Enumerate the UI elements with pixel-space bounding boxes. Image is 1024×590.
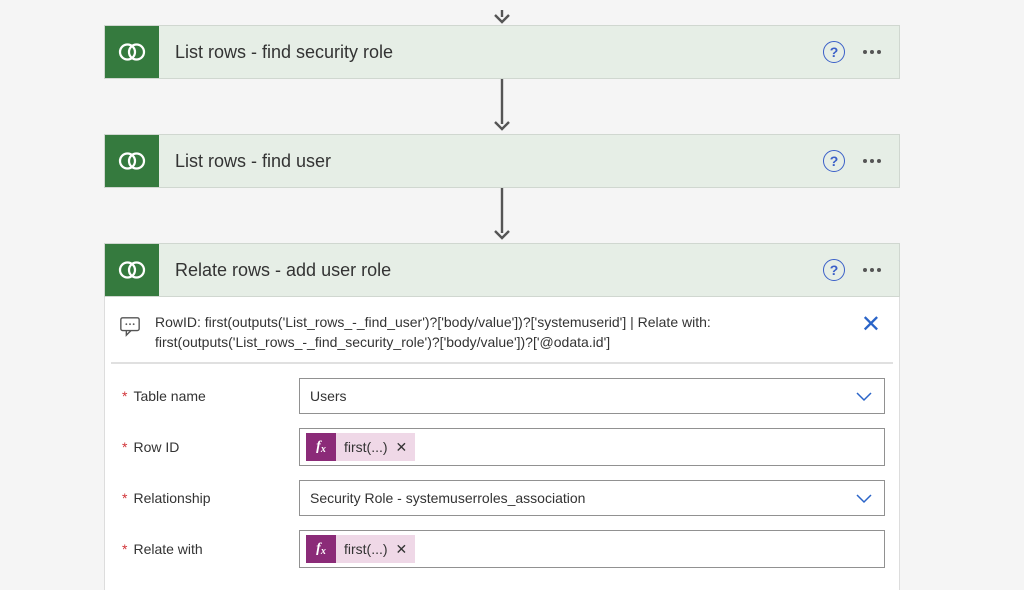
field-label: *Row ID — [119, 439, 299, 455]
rowid-input[interactable]: fx first(...) ✕ — [299, 428, 885, 466]
field-row-id: *Row ID fx first(...) ✕ — [119, 428, 885, 466]
tablename-select[interactable]: Users — [299, 378, 885, 414]
flow-container: List rows - find security role ? List ro… — [104, 10, 900, 590]
chip-remove-icon[interactable]: ✕ — [396, 535, 416, 563]
step-find-security-role[interactable]: List rows - find security role ? — [104, 25, 900, 79]
expression-chip[interactable]: fx first(...) ✕ — [306, 433, 415, 461]
field-label: *Relate with — [119, 541, 299, 557]
select-value: Security Role - systemuserroles_associat… — [300, 490, 844, 506]
step-body: RowID: first(outputs('List_rows_-_find_u… — [104, 297, 900, 590]
dataverse-icon — [105, 135, 159, 187]
step-title: List rows - find security role — [159, 26, 811, 78]
field-table-name: *Table name Users — [119, 378, 885, 414]
chevron-down-icon — [844, 492, 884, 504]
comment-row: RowID: first(outputs('List_rows_-_find_u… — [119, 313, 885, 352]
help-icon[interactable]: ? — [823, 41, 845, 63]
more-icon[interactable] — [857, 153, 887, 169]
step-actions: ? — [811, 135, 899, 187]
dataverse-icon — [105, 244, 159, 296]
divider — [111, 362, 893, 364]
expression-chip[interactable]: fx first(...) ✕ — [306, 535, 415, 563]
close-icon[interactable]: ✕ — [857, 313, 885, 337]
help-icon[interactable]: ? — [823, 259, 845, 281]
chip-text: first(...) — [336, 535, 396, 563]
fx-icon: fx — [306, 433, 336, 461]
comment-text: RowID: first(outputs('List_rows_-_find_u… — [155, 313, 843, 352]
step-actions: ? — [811, 244, 899, 296]
relationship-select[interactable]: Security Role - systemuserroles_associat… — [299, 480, 885, 516]
connector-arrow — [104, 188, 900, 243]
fx-icon: fx — [306, 535, 336, 563]
dataverse-icon — [105, 26, 159, 78]
flow-canvas: List rows - find security role ? List ro… — [0, 0, 1024, 590]
chip-text: first(...) — [336, 433, 396, 461]
connector-arrow-top — [104, 10, 900, 25]
field-relationship: *Relationship Security Role - systemuser… — [119, 480, 885, 516]
field-relate-with: *Relate with fx first(...) ✕ — [119, 530, 885, 568]
chevron-down-icon — [844, 390, 884, 402]
step-find-user[interactable]: List rows - find user ? — [104, 134, 900, 188]
more-icon[interactable] — [857, 44, 887, 60]
select-value: Users — [300, 388, 844, 404]
field-label: *Relationship — [119, 490, 299, 506]
field-label: *Table name — [119, 388, 299, 404]
chip-remove-icon[interactable]: ✕ — [396, 433, 416, 461]
step-actions: ? — [811, 26, 899, 78]
step-title: List rows - find user — [159, 135, 811, 187]
comment-icon — [119, 313, 141, 337]
step-title: Relate rows - add user role — [159, 244, 811, 296]
more-icon[interactable] — [857, 262, 887, 278]
step-relate-rows[interactable]: Relate rows - add user role ? — [104, 243, 900, 297]
help-icon[interactable]: ? — [823, 150, 845, 172]
connector-arrow — [104, 79, 900, 134]
relatewith-input[interactable]: fx first(...) ✕ — [299, 530, 885, 568]
